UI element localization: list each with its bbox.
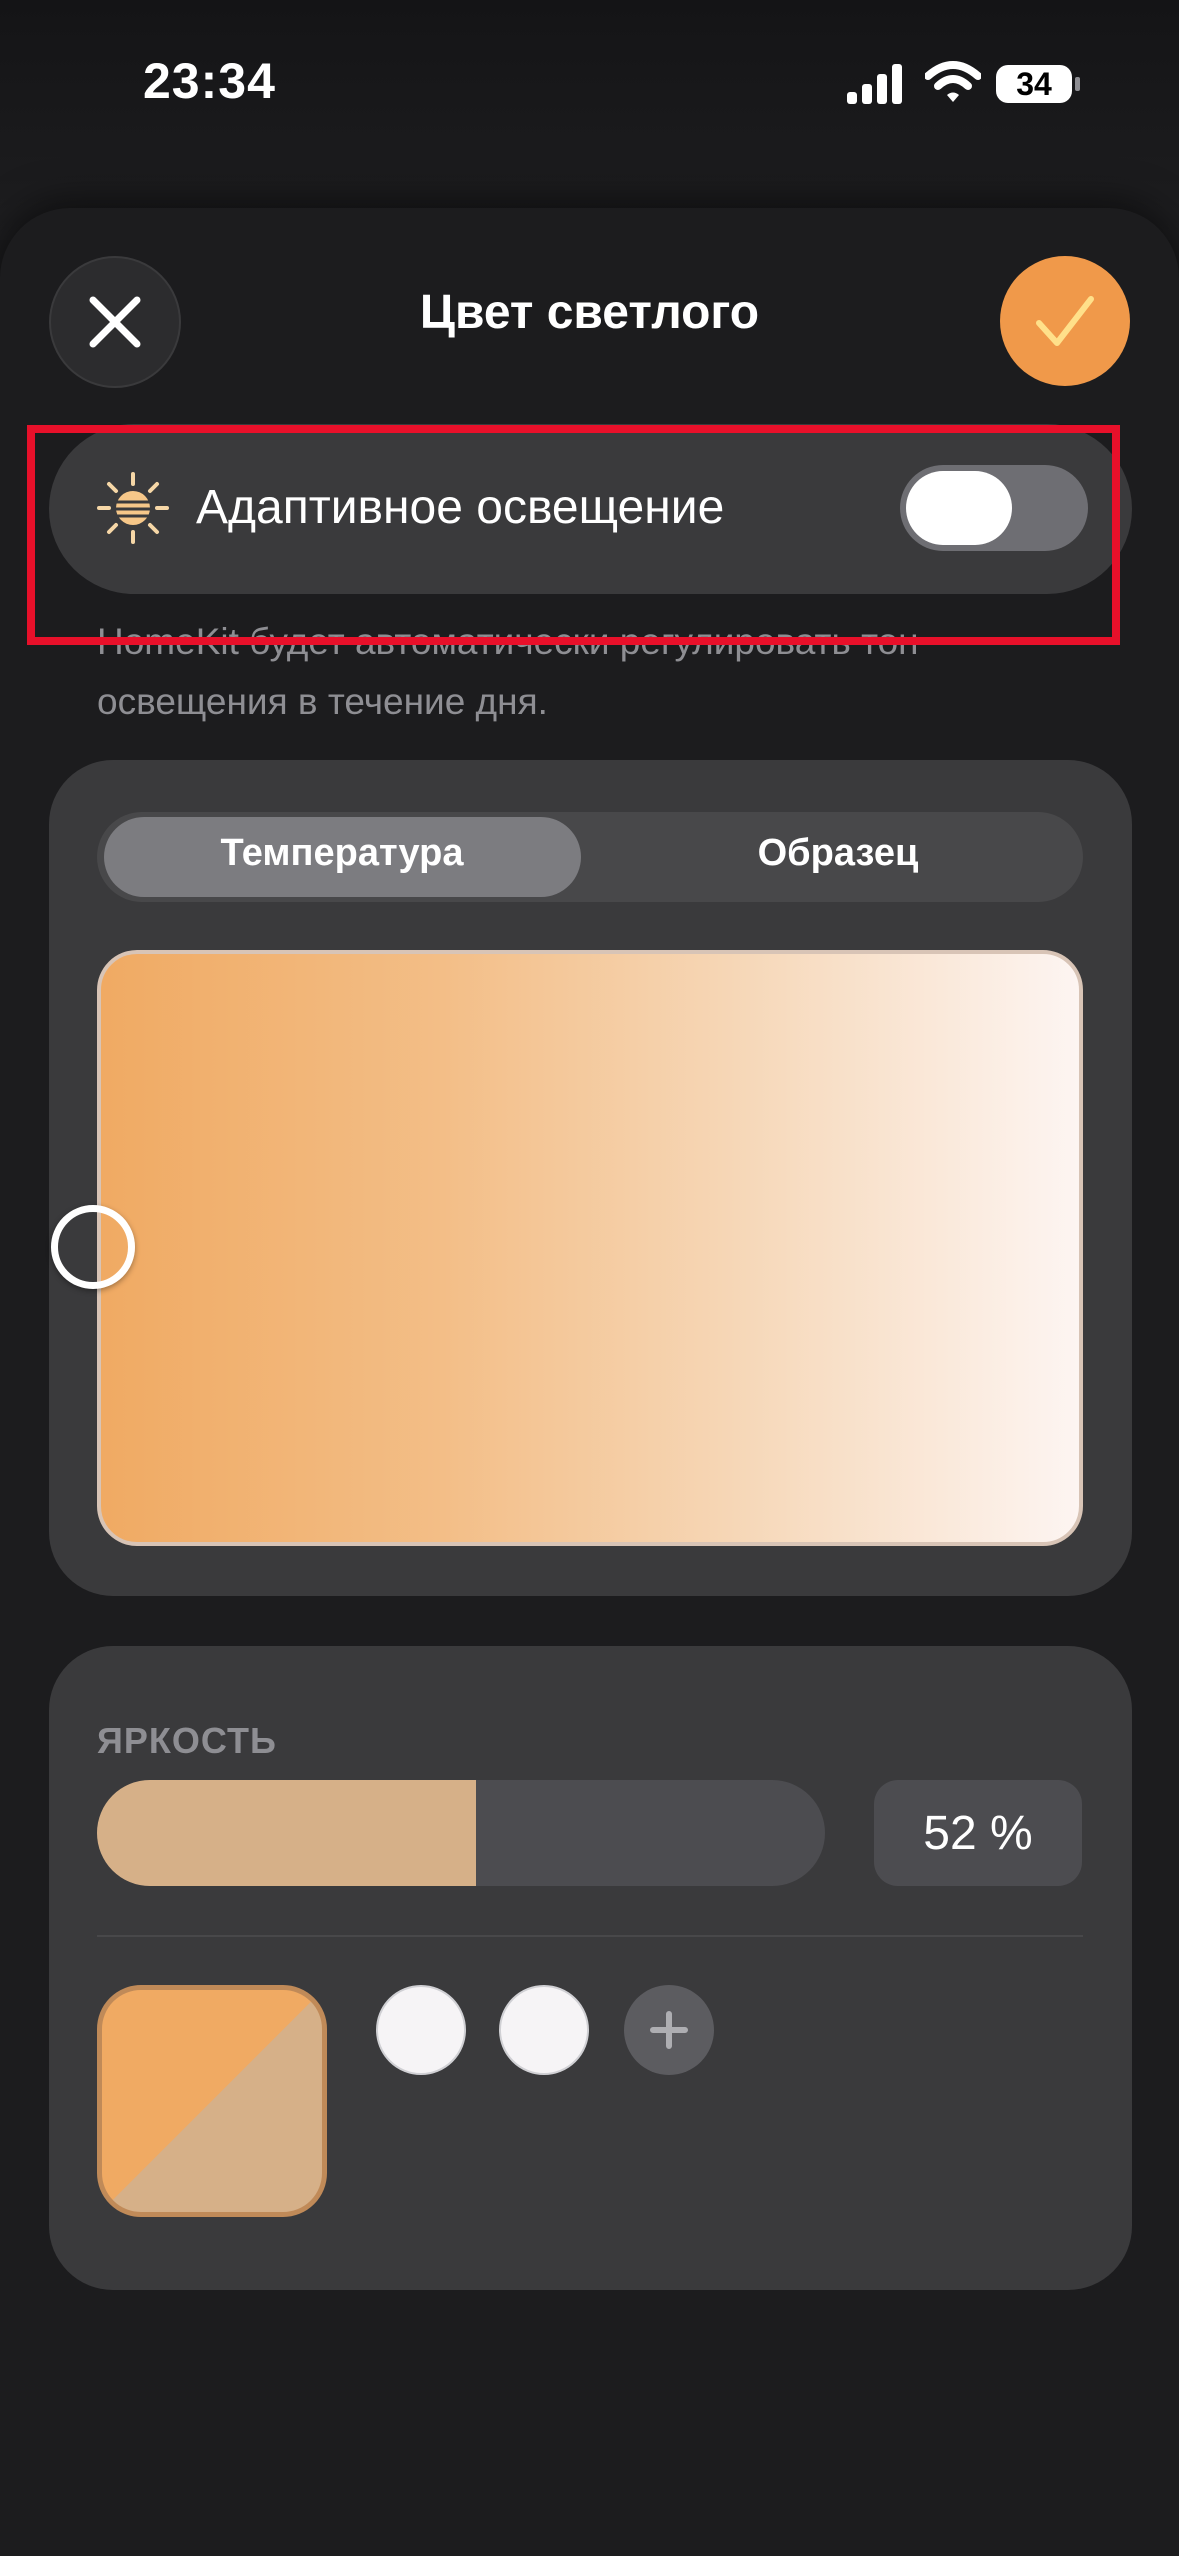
tab-temperature[interactable]: Температура xyxy=(102,832,582,875)
battery-icon: 34 xyxy=(995,64,1081,104)
add-color-button[interactable] xyxy=(624,1985,714,2075)
brightness-label: ЯРКОСТЬ xyxy=(97,1720,277,1761)
highlight-box xyxy=(27,425,1120,645)
signal-icon xyxy=(847,64,902,104)
divider xyxy=(97,1935,1083,1937)
brightness-slider[interactable] xyxy=(97,1780,825,1886)
battery-percentage: 34 xyxy=(1016,66,1052,102)
temperature-gradient-picker[interactable] xyxy=(97,950,1083,1546)
brightness-value[interactable]: 52 % xyxy=(874,1780,1082,1886)
color-preset-1[interactable] xyxy=(376,1985,466,2075)
current-color-swatch[interactable] xyxy=(97,1985,327,2217)
tab-sample[interactable]: Образец xyxy=(598,832,1078,875)
plus-icon xyxy=(650,2011,688,2049)
status-time: 23:34 xyxy=(143,53,276,109)
brightness-slider-fill xyxy=(97,1780,476,1886)
color-preset-2[interactable] xyxy=(499,1985,589,2075)
wifi-icon xyxy=(925,61,981,102)
status-bar-background xyxy=(0,0,1179,240)
done-button[interactable] xyxy=(1000,256,1130,386)
checkmark-icon xyxy=(1036,296,1094,346)
temperature-picker-handle[interactable] xyxy=(51,1205,135,1289)
